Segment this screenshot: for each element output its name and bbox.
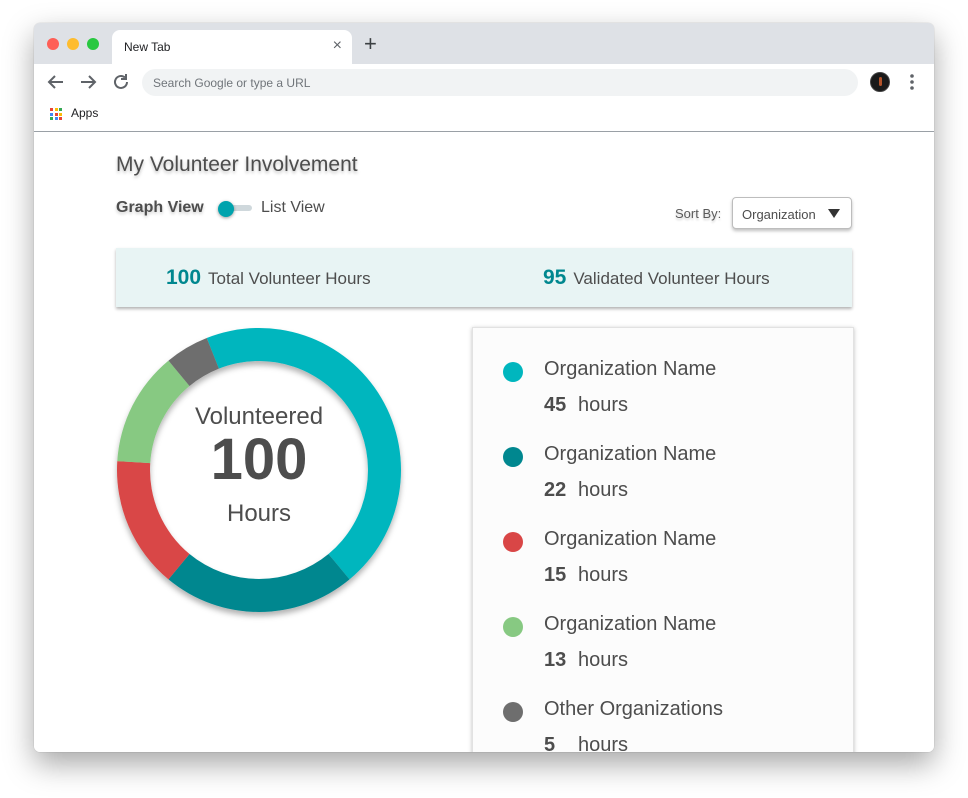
bookmarks-bar: Apps <box>34 100 934 132</box>
legend-hours-value: 5 <box>544 734 556 752</box>
more-menu-icon[interactable] <box>904 70 920 94</box>
legend-item[interactable]: Organization Name 15 hours <box>473 498 853 586</box>
tab-close-icon[interactable]: × <box>333 36 342 56</box>
apps-grid-icon[interactable] <box>50 108 62 120</box>
legend-org-name: Organization Name <box>544 358 717 380</box>
sort-by-value: Organization <box>742 207 816 222</box>
list-view-label[interactable]: List View <box>261 199 325 217</box>
donut-center-value: 100 <box>210 427 308 492</box>
close-window-button[interactable] <box>47 38 59 50</box>
apps-bookmark[interactable]: Apps <box>71 106 98 120</box>
legend-color-dot <box>503 617 523 637</box>
sort-by-dropdown[interactable]: Organization <box>732 197 852 229</box>
legend-org-name: Organization Name <box>544 528 717 550</box>
hours-donut-chart: Volunteered 100 Hours <box>114 325 404 615</box>
graph-view-label[interactable]: Graph View <box>116 199 204 217</box>
organization-legend: Organization Name 45 hours Organization N… <box>472 327 854 752</box>
legend-hours-unit: hours <box>578 734 629 752</box>
legend-color-dot <box>503 362 523 382</box>
tab-new-tab[interactable]: New Tab × <box>112 30 352 64</box>
sort-by-label: Sort By: <box>675 206 722 221</box>
caret-down-icon <box>828 209 840 218</box>
view-switch[interactable] <box>218 201 252 217</box>
hours-summary-banner: 100 Total Volunteer Hours 95 Validated Vol… <box>116 248 852 307</box>
legend-item[interactable]: Other Organizations 5 hours <box>473 668 853 752</box>
switch-thumb[interactable] <box>218 201 234 217</box>
legend-org-name: Organization Name <box>544 613 717 635</box>
back-icon[interactable] <box>44 70 68 94</box>
donut-center-bottom: Hours <box>226 500 292 527</box>
address-bar[interactable]: Search Google or type a URL <box>142 69 858 96</box>
legend-item[interactable]: Organization Name 45 hours <box>473 328 853 416</box>
validated-hours-label: Validated Volunteer Hours <box>573 269 770 288</box>
new-tab-button[interactable]: + <box>364 33 377 55</box>
profile-avatar[interactable] <box>870 72 890 92</box>
validated-hours-value: 95 <box>543 266 567 289</box>
forward-icon[interactable] <box>76 70 100 94</box>
total-hours-label: Total Volunteer Hours <box>208 269 371 288</box>
address-bar-placeholder: Search Google or type a URL <box>153 76 311 90</box>
legend-item[interactable]: Organization Name 13 hours <box>473 583 853 671</box>
legend-color-dot <box>503 532 523 552</box>
validated-hours-stat: 95 Validated Volunteer Hours <box>543 266 770 290</box>
legend-hours: 5 hours <box>544 734 628 752</box>
total-hours-stat: 100 Total Volunteer Hours <box>166 266 371 290</box>
tab-bar: New Tab × + <box>34 23 934 64</box>
legend-item[interactable]: Organization Name 22 hours <box>473 413 853 501</box>
legend-color-dot <box>503 702 523 722</box>
tab-title: New Tab <box>124 40 171 54</box>
legend-org-name: Organization Name <box>544 443 717 465</box>
browser-toolbar: Search Google or type a URL <box>34 64 934 100</box>
maximize-window-button[interactable] <box>87 38 99 50</box>
total-hours-value: 100 <box>166 266 202 289</box>
browser-window: New Tab × + Search Google or type a URL … <box>34 23 934 752</box>
page-title: My Volunteer Involvement <box>116 153 358 176</box>
minimize-window-button[interactable] <box>67 38 79 50</box>
legend-org-name: Other Organizations <box>544 698 723 720</box>
page-content: My Volunteer Involvement Graph View List… <box>34 133 934 752</box>
reload-icon[interactable] <box>109 70 133 94</box>
donut-center-label: Volunteered 100 Hours <box>114 325 404 615</box>
legend-color-dot <box>503 447 523 467</box>
